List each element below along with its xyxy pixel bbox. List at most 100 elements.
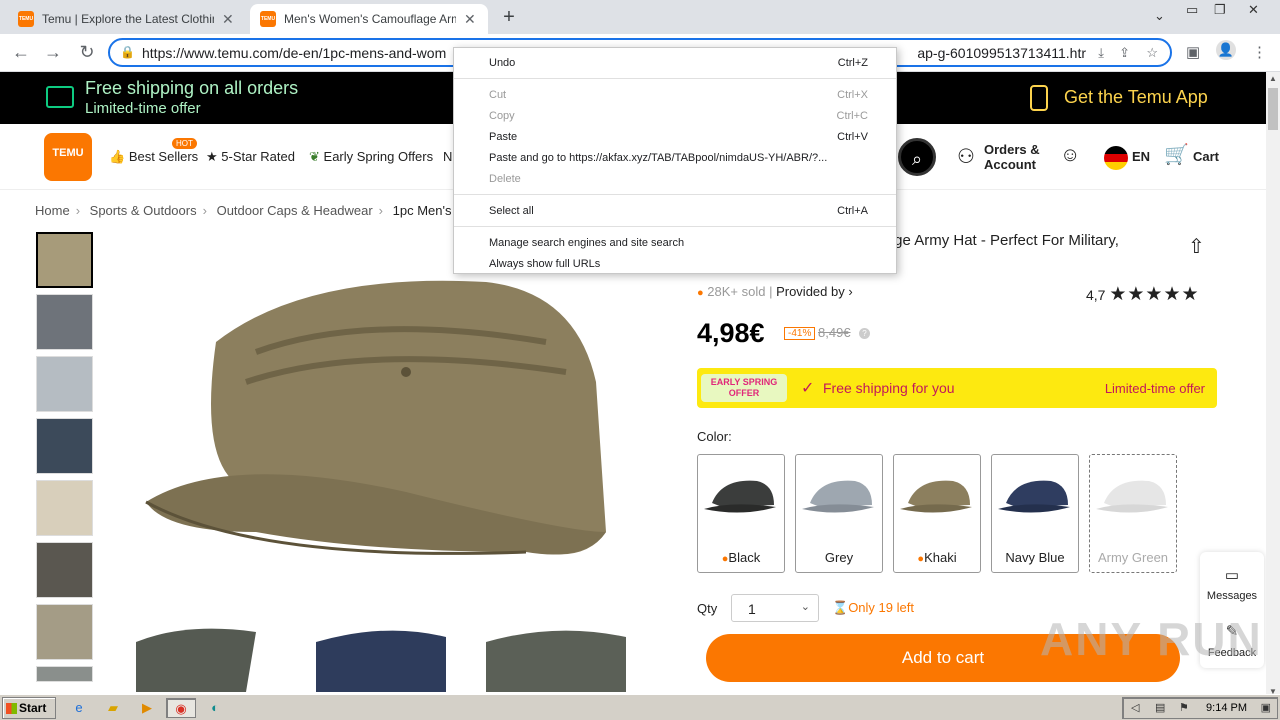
breadcrumb-separator: › xyxy=(75,203,81,218)
menu-item-copy[interactable]: Copy Ctrl+C xyxy=(454,106,896,126)
chrome-icon[interactable]: ◉ xyxy=(166,698,196,718)
lock-icon[interactable]: 🔒 xyxy=(120,45,135,59)
url-text-end[interactable]: ap-g-601099513713411.htr xyxy=(915,45,1086,61)
star-rating-icon: ★★★★★ xyxy=(1109,284,1200,305)
sold-info: ● 28K+ sold | Provided by › xyxy=(697,284,853,299)
breadcrumb-home[interactable]: Home xyxy=(35,203,70,218)
ie-icon[interactable]: e xyxy=(64,698,94,718)
chevron-right-icon[interactable]: › xyxy=(848,284,852,299)
rating[interactable]: 4,7 ★★★★★ xyxy=(1086,283,1200,306)
menu-divider xyxy=(454,226,896,227)
thumbnail[interactable] xyxy=(36,418,93,474)
menu-item-label: Paste xyxy=(489,131,518,143)
volume-icon[interactable]: ◁ xyxy=(1131,701,1139,714)
limited-offer-text: Limited-time offer xyxy=(1104,381,1205,396)
thumbnail[interactable] xyxy=(36,232,93,288)
menu-item-label: Always show full URLs xyxy=(489,258,601,270)
menu-item-undo[interactable]: Undo Ctrl+Z xyxy=(454,53,896,73)
install-icon[interactable]: ⤓ xyxy=(1098,45,1104,61)
support-smile-icon[interactable]: ☺ xyxy=(1060,144,1080,167)
provided-by[interactable]: Provided by xyxy=(776,284,845,299)
orders-line2: Account xyxy=(984,157,1036,172)
sold-count: 28K+ sold xyxy=(707,284,766,299)
profile-icon[interactable]: 👤 xyxy=(1216,40,1236,60)
media-player-icon[interactable]: ▶ xyxy=(132,698,162,718)
close-window-icon[interactable]: ✕ xyxy=(1248,2,1259,18)
nav-5-star[interactable]: ★ 5-Star Rated xyxy=(206,149,295,165)
cart-link[interactable]: Cart xyxy=(1193,149,1219,164)
orders-account-link[interactable]: Orders & Account xyxy=(984,142,1040,172)
start-button[interactable]: Start xyxy=(2,697,56,719)
tab-temu-home[interactable]: TEMU Temu | Explore the Latest Clothing,… xyxy=(8,4,246,34)
discount-badge: -41% xyxy=(784,327,816,340)
restore-icon[interactable]: ❐ xyxy=(1214,2,1226,18)
explorer-folder-icon[interactable]: ▰ xyxy=(98,698,128,718)
reload-icon[interactable]: ↻ xyxy=(76,42,98,63)
nav-more[interactable]: N xyxy=(443,149,452,164)
thumbnail[interactable] xyxy=(36,666,93,682)
breadcrumb-sports[interactable]: Sports & Outdoors xyxy=(90,203,197,218)
close-tab-icon[interactable]: ✕ xyxy=(464,11,476,28)
thumbnail[interactable] xyxy=(36,294,93,350)
account-icon[interactable]: ⚇ xyxy=(957,144,975,169)
thumbnail[interactable] xyxy=(36,542,93,598)
nav-best-sellers[interactable]: 👍 Best Sellers xyxy=(109,149,198,165)
menu-item-delete[interactable]: Delete xyxy=(454,169,896,189)
nav-early-spring[interactable]: ❦ Early Spring Offers xyxy=(309,149,433,165)
color-option-navy-blue[interactable]: Navy Blue xyxy=(991,454,1079,573)
phone-icon xyxy=(1030,85,1048,111)
messages-link[interactable]: Messages xyxy=(1200,590,1264,602)
thumbnail[interactable] xyxy=(36,604,93,660)
menu-item-select-all[interactable]: Select all Ctrl+A xyxy=(454,201,896,221)
minimize-icon[interactable]: ▭ xyxy=(1186,2,1198,18)
close-tab-icon[interactable]: ✕ xyxy=(222,11,234,28)
share-icon[interactable]: ⇪ xyxy=(1119,45,1130,61)
breadcrumb-caps[interactable]: Outdoor Caps & Headwear xyxy=(217,203,373,218)
thumbnail[interactable] xyxy=(36,480,93,536)
get-app-link[interactable]: Get the Temu App xyxy=(1064,87,1208,108)
security-icon[interactable]: ⚑ xyxy=(1179,701,1189,714)
back-icon[interactable]: ← xyxy=(10,42,32,63)
menu-item-cut[interactable]: Cut Ctrl+X xyxy=(454,85,896,105)
stock-text: Only 19 left xyxy=(848,600,914,615)
bookmark-star-icon[interactable]: ☆ xyxy=(1146,45,1158,61)
thumbs-up-icon: 👍 xyxy=(109,149,126,164)
quantity-select[interactable]: 1 ⌄ xyxy=(731,594,819,622)
breadcrumb-separator: › xyxy=(202,203,207,218)
truck-icon xyxy=(46,86,74,108)
tab-search-icon[interactable]: ⌄ xyxy=(1154,8,1165,24)
search-icon[interactable]: ⌕ xyxy=(898,138,936,176)
temu-logo[interactable]: TEMU xyxy=(44,133,92,181)
color-option-khaki[interactable]: ●Khaki xyxy=(893,454,981,573)
scroll-up-icon[interactable]: ▲ xyxy=(1266,74,1280,83)
menu-dots-icon[interactable]: ⋮ xyxy=(1252,43,1267,61)
page-scrollbar[interactable]: ▲ ▼ xyxy=(1266,72,1280,698)
menu-item-shortcut: Ctrl+C xyxy=(836,110,868,122)
side-panel-icon[interactable]: ▣ xyxy=(1186,43,1200,61)
menu-item-label: Delete xyxy=(489,173,521,185)
color-option-army-green[interactable]: Army Green xyxy=(1089,454,1177,573)
menu-item-manage-search[interactable]: Manage search engines and site search xyxy=(454,233,896,253)
germany-flag-icon[interactable] xyxy=(1104,146,1128,170)
share-icon[interactable]: ⇧ xyxy=(1188,234,1205,259)
tab-product[interactable]: TEMU Men's Women's Camouflage Army Ha ✕ xyxy=(250,4,488,34)
new-tab-button[interactable]: + xyxy=(499,6,519,29)
color-option-black[interactable]: ●Black xyxy=(697,454,785,573)
notification-icon[interactable]: ▣ xyxy=(1261,701,1271,714)
menu-item-label: Undo xyxy=(489,57,516,69)
edge-icon[interactable]: ◐ xyxy=(200,698,230,718)
menu-item-paste[interactable]: Paste Ctrl+V xyxy=(454,127,896,147)
messages-icon[interactable]: ▭ xyxy=(1200,566,1264,584)
menu-item-paste-and-go[interactable]: Paste and go to https://akfax.xyz/TAB/TA… xyxy=(454,148,896,168)
forward-icon[interactable]: → xyxy=(42,42,64,63)
network-icon[interactable]: ▤ xyxy=(1155,701,1165,714)
menu-item-show-full-urls[interactable]: Always show full URLs xyxy=(454,254,896,274)
cart-icon[interactable]: 🛒 xyxy=(1164,142,1189,167)
color-option-grey[interactable]: Grey xyxy=(795,454,883,573)
thumbnail[interactable] xyxy=(36,356,93,412)
price-info-icon[interactable]: ? xyxy=(859,328,870,339)
thumbnail-list xyxy=(36,232,94,688)
scrollbar-thumb[interactable] xyxy=(1268,88,1278,130)
language-selector[interactable]: EN xyxy=(1132,149,1150,164)
product-main-image[interactable] xyxy=(106,232,638,692)
